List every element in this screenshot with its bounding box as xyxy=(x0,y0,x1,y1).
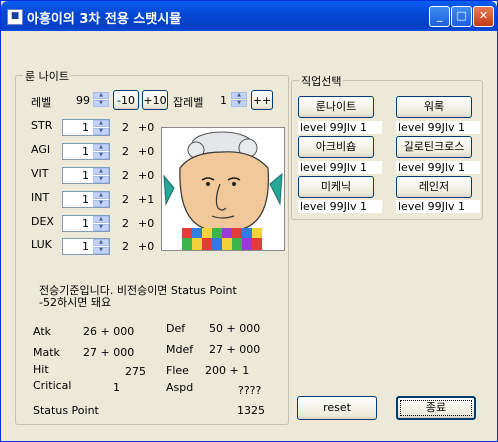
cartoon-face-icon xyxy=(163,131,283,250)
stat-name-int: INT xyxy=(31,191,50,204)
minimize-button[interactable]: _ xyxy=(429,6,450,27)
spin-up-arrow-icon[interactable]: ▲ xyxy=(93,92,109,99)
window-title: 아흥이의 3차 전용 스탯시뮬 xyxy=(27,12,182,27)
stat-bonus-str: +0 xyxy=(138,121,155,134)
job-button-guillotine-cross[interactable]: 길로틴크로스 xyxy=(396,136,472,158)
spin-up-arrow-icon[interactable]: ▲ xyxy=(93,168,109,175)
hit-label: Hit xyxy=(33,363,49,376)
maximize-button[interactable]: □ xyxy=(451,6,472,27)
level-minus10-button[interactable]: -10 xyxy=(113,90,139,110)
job-button-ranger[interactable]: 레인저 xyxy=(396,176,472,198)
close-button[interactable]: ✕ xyxy=(473,6,494,27)
stat-spinbox-agi[interactable]: 1 ▲ ▼ xyxy=(62,143,110,160)
stat-spinbox-luk[interactable]: 1 ▲ ▼ xyxy=(62,238,110,255)
job-level-mechanic: level 99Jlv 1 xyxy=(298,200,382,213)
level-label: 레벨 xyxy=(31,96,52,109)
job-level-ranger: level 99Jlv 1 xyxy=(396,200,480,213)
mdef-label: Mdef xyxy=(166,343,194,356)
character-portrait-image xyxy=(161,127,285,251)
job-level-max-button[interactable]: ++ xyxy=(251,90,273,110)
stat-name-luk: LUK xyxy=(31,238,52,251)
level-plus10-button[interactable]: +10 xyxy=(142,90,168,110)
spin-up-arrow-icon[interactable]: ▲ xyxy=(93,192,109,199)
stat-value-vit: 1 xyxy=(82,169,89,182)
stat-spinbox-str[interactable]: 1 ▲ ▼ xyxy=(62,119,110,136)
stat-name-vit: VIT xyxy=(31,167,49,180)
job-button-rune-knight[interactable]: 룬나이트 xyxy=(298,96,374,118)
app-window: ■ 아흥이의 3차 전용 스탯시뮬 _ □ ✕ 룬 나이트 레벨 99 ▲ ▼ … xyxy=(0,0,498,442)
spin-down-arrow-icon[interactable]: ▼ xyxy=(231,100,247,107)
stat-cost-str: 2 xyxy=(122,121,129,134)
job-button-mechanic[interactable]: 미케닉 xyxy=(298,176,374,198)
stat-spinbox-int[interactable]: 1 ▲ ▼ xyxy=(62,191,110,208)
stat-name-dex: DEX xyxy=(31,215,54,228)
critical-label: Critical xyxy=(33,379,72,392)
stat-value-int: 1 xyxy=(82,193,89,206)
spin-up-arrow-icon[interactable]: ▲ xyxy=(231,92,247,99)
spin-down-arrow-icon[interactable]: ▼ xyxy=(93,224,109,231)
spin-up-arrow-icon[interactable]: ▲ xyxy=(93,216,109,223)
stat-value-luk: 1 xyxy=(82,240,89,253)
job-select-title: 직업선택 xyxy=(299,73,344,89)
stat-cost-agi: 2 xyxy=(122,145,129,158)
job-level-spinner[interactable]: ▲ ▼ xyxy=(231,92,247,109)
spin-down-arrow-icon[interactable]: ▼ xyxy=(93,176,109,183)
job-level-value: 1 xyxy=(220,94,227,107)
stat-bonus-luk: +0 xyxy=(138,240,155,253)
critical-value: 1 xyxy=(113,381,120,394)
spin-down-arrow-icon[interactable]: ▼ xyxy=(93,100,109,107)
status-point-label: Status Point xyxy=(33,404,99,417)
stat-value-dex: 1 xyxy=(82,217,89,230)
def-value: 50 + 000 xyxy=(209,322,261,335)
level-spinner[interactable]: ▲ ▼ xyxy=(93,92,109,109)
exit-button[interactable]: 종료 xyxy=(396,396,476,420)
spin-up-arrow-icon[interactable]: ▲ xyxy=(93,120,109,127)
spin-down-arrow-icon[interactable]: ▼ xyxy=(93,200,109,207)
title-bar[interactable]: ■ 아흥이의 3차 전용 스탯시뮬 _ □ ✕ xyxy=(1,1,497,31)
job-level-arch-bishop: level 99Jlv 1 xyxy=(298,161,382,174)
matk-label: Matk xyxy=(33,346,60,359)
stat-name-agi: AGI xyxy=(31,143,51,156)
stat-name-str: STR xyxy=(31,119,53,132)
notice-line-2: -52하시면 돼요 xyxy=(39,296,112,309)
mdef-value: 27 + 000 xyxy=(209,343,261,356)
job-button-warlock[interactable]: 워록 xyxy=(396,96,472,118)
character-group-title: 룬 나이트 xyxy=(23,68,71,84)
stat-bonus-vit: +0 xyxy=(138,169,155,182)
job-level-rune-knight: level 99Jlv 1 xyxy=(298,121,382,134)
job-level-label: 잡레벨 xyxy=(173,96,204,109)
spin-down-arrow-icon[interactable]: ▼ xyxy=(93,152,109,159)
spin-up-arrow-icon[interactable]: ▲ xyxy=(93,144,109,151)
atk-label: Atk xyxy=(33,325,52,338)
job-button-arch-bishop[interactable]: 아크비숍 xyxy=(298,136,374,158)
flee-value: 200 + 1 xyxy=(205,364,250,377)
def-label: Def xyxy=(166,322,186,335)
stat-cost-dex: 2 xyxy=(122,217,129,230)
spin-down-arrow-icon[interactable]: ▼ xyxy=(93,128,109,135)
level-value: 99 xyxy=(76,94,90,107)
job-level-guillotine-cross: level 99Jlv 1 xyxy=(396,161,480,174)
stat-bonus-int: +1 xyxy=(138,193,155,206)
matk-value: 27 + 000 xyxy=(83,346,135,359)
stat-value-agi: 1 xyxy=(82,145,89,158)
stat-spinbox-dex[interactable]: 1 ▲ ▼ xyxy=(62,215,110,232)
app-icon: ■ xyxy=(7,9,23,25)
stat-value-str: 1 xyxy=(82,121,89,134)
status-point-value: 1325 xyxy=(237,404,265,417)
aspd-value: ???? xyxy=(238,384,262,397)
stat-bonus-dex: +0 xyxy=(138,217,155,230)
spin-up-arrow-icon[interactable]: ▲ xyxy=(93,239,109,246)
atk-value: 26 + 000 xyxy=(83,325,135,338)
stat-spinbox-vit[interactable]: 1 ▲ ▼ xyxy=(62,167,110,184)
spin-down-arrow-icon[interactable]: ▼ xyxy=(93,247,109,254)
stat-cost-luk: 2 xyxy=(122,240,129,253)
job-level-warlock: level 99Jlv 1 xyxy=(396,121,480,134)
stat-cost-int: 2 xyxy=(122,193,129,206)
reset-button[interactable]: reset xyxy=(297,396,377,420)
flee-label: Flee xyxy=(166,364,189,377)
stat-cost-vit: 2 xyxy=(122,169,129,182)
stat-bonus-agi: +0 xyxy=(138,145,155,158)
aspd-label: Aspd xyxy=(166,381,194,394)
hit-value: 275 xyxy=(125,365,146,378)
